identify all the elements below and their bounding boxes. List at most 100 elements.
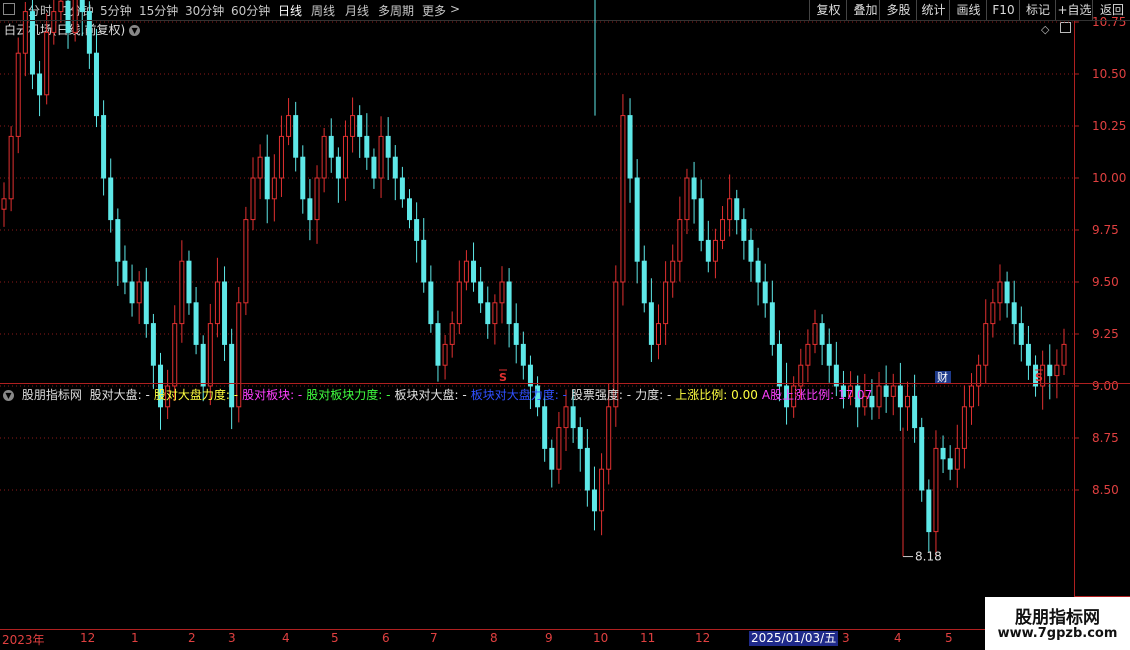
candle bbox=[997, 264, 1003, 321]
candle bbox=[933, 430, 939, 556]
candle bbox=[591, 466, 597, 531]
watermark: 股朋指标网 www.7gpzb.com bbox=[985, 597, 1130, 650]
candle bbox=[136, 271, 142, 324]
candle bbox=[364, 113, 370, 170]
candle bbox=[307, 179, 313, 241]
candle bbox=[513, 303, 519, 364]
selected-date: 2025/01/03/五 bbox=[749, 631, 839, 646]
candle bbox=[293, 101, 299, 172]
price-axis: 11.0010.7510.5010.2510.009.759.509.259.0… bbox=[1074, 15, 1126, 497]
candle bbox=[143, 267, 149, 338]
candle bbox=[65, 0, 71, 49]
candle bbox=[442, 335, 448, 380]
candle bbox=[414, 202, 420, 263]
candle bbox=[392, 145, 398, 201]
candle bbox=[335, 147, 341, 203]
time-tick-label: 3 bbox=[842, 631, 850, 645]
time-tick-label: 11 bbox=[640, 631, 656, 645]
candle bbox=[762, 263, 768, 318]
candle bbox=[727, 174, 733, 237]
candle bbox=[286, 98, 292, 146]
candle bbox=[108, 158, 114, 233]
kline-chart[interactable]: 11.0010.7510.5010.2510.009.759.509.259.0… bbox=[0, 0, 1130, 650]
candle bbox=[684, 168, 690, 235]
price-tick-label: 10.50 bbox=[1092, 67, 1126, 81]
candle bbox=[86, 1, 92, 69]
candle bbox=[755, 247, 761, 306]
candle bbox=[435, 310, 441, 382]
time-tick-label: 1 bbox=[131, 631, 139, 645]
price-tick-label: 9.00 bbox=[1092, 379, 1119, 393]
price-tick-label: 10.75 bbox=[1092, 15, 1126, 29]
candle bbox=[250, 157, 256, 231]
candle bbox=[407, 189, 413, 229]
time-tick-label: 5 bbox=[945, 631, 953, 645]
indicator-item-5: 板块对大盘力度: - bbox=[470, 388, 567, 402]
candle bbox=[8, 126, 14, 212]
indicator-item-7: 力度: - bbox=[635, 388, 672, 402]
low-label: 8.18 bbox=[915, 550, 942, 564]
candle bbox=[44, 13, 50, 105]
time-tick-label: 3 bbox=[228, 631, 236, 645]
candle bbox=[556, 411, 562, 484]
candle bbox=[314, 165, 320, 244]
price-tick-label: 8.75 bbox=[1092, 431, 1119, 445]
candle bbox=[79, 0, 85, 37]
candle bbox=[912, 374, 918, 443]
price-tick-label: 10.00 bbox=[1092, 171, 1126, 185]
time-tick-label: 10 bbox=[593, 631, 609, 645]
indicator-chevron-icon[interactable]: ▼ bbox=[3, 390, 14, 401]
candle bbox=[542, 395, 548, 462]
candle bbox=[371, 148, 377, 189]
candle bbox=[634, 159, 640, 284]
candle bbox=[214, 257, 220, 338]
candle bbox=[1061, 328, 1067, 375]
candle bbox=[1, 182, 7, 227]
candle bbox=[93, 28, 99, 128]
candle bbox=[577, 417, 583, 472]
candle bbox=[1025, 325, 1031, 380]
indicator-item-8: 上涨比例: 0.00 bbox=[675, 388, 758, 402]
candle bbox=[129, 264, 135, 317]
candle bbox=[321, 127, 327, 193]
candle bbox=[328, 118, 334, 173]
candle bbox=[264, 134, 270, 224]
candle bbox=[350, 97, 356, 153]
time-tick-label: 9 bbox=[545, 631, 553, 645]
candle bbox=[150, 313, 156, 389]
candle bbox=[734, 189, 740, 235]
indicator-item-3: 股对板块力度: - bbox=[306, 388, 391, 402]
candle bbox=[1018, 306, 1024, 362]
indicator-item-4: 板块对大盘: - bbox=[394, 388, 467, 402]
candle bbox=[641, 245, 647, 313]
candle bbox=[613, 265, 619, 427]
candle bbox=[492, 294, 498, 345]
candle bbox=[471, 242, 477, 292]
candle bbox=[1011, 280, 1017, 345]
candle bbox=[883, 365, 889, 413]
candle bbox=[904, 381, 910, 431]
candle bbox=[663, 261, 669, 345]
candle bbox=[499, 266, 505, 324]
candle bbox=[456, 260, 462, 335]
candle bbox=[954, 424, 960, 488]
candle bbox=[691, 161, 697, 224]
candle bbox=[378, 116, 384, 198]
candle bbox=[485, 286, 491, 339]
candle bbox=[712, 228, 718, 279]
candle bbox=[399, 166, 405, 208]
indicator-name[interactable]: 股朋指标网 bbox=[22, 388, 82, 402]
price-tick-label: 8.50 bbox=[1092, 483, 1119, 497]
price-tick-label: 9.25 bbox=[1092, 327, 1119, 341]
candle bbox=[506, 268, 512, 348]
candle bbox=[961, 385, 967, 469]
candle bbox=[826, 328, 832, 383]
price-tick-label: 9.50 bbox=[1092, 275, 1119, 289]
candle bbox=[428, 265, 434, 333]
candle bbox=[342, 120, 348, 201]
candle bbox=[940, 435, 946, 473]
candle bbox=[278, 115, 284, 197]
candle bbox=[51, 0, 57, 45]
time-tick-label: 4 bbox=[894, 631, 902, 645]
cai-badge-text: 财 bbox=[937, 370, 948, 384]
